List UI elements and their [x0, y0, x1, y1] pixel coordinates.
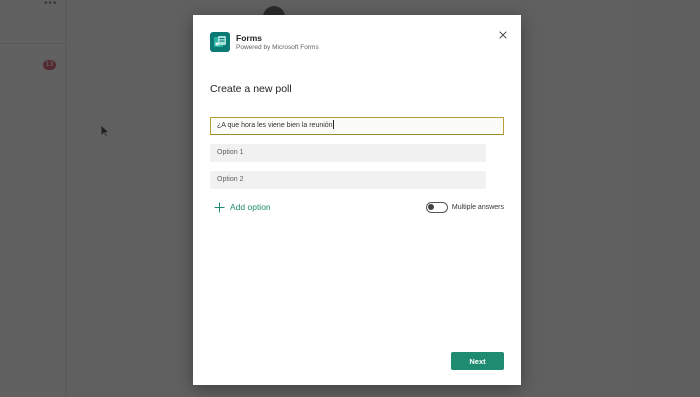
- dialog-title: Create a new poll: [210, 83, 292, 95]
- next-button[interactable]: Next: [451, 352, 504, 370]
- question-text: ¿A que hora les viene bien la reunión: [217, 122, 333, 129]
- multiple-answers-label: Multiple answers: [451, 203, 504, 211]
- forms-logo-icon: [210, 32, 230, 52]
- plus-icon: [214, 202, 225, 212]
- close-button[interactable]: [497, 29, 509, 41]
- toggle-knob: [428, 204, 435, 210]
- multiple-answers-setting: Multiple answers: [425, 200, 504, 214]
- add-option-label: Add option: [230, 202, 271, 212]
- question-input[interactable]: ¿A que hora les viene bien la reunión: [210, 117, 504, 135]
- create-poll-dialog: Forms Powered by Microsoft Forms Create …: [193, 15, 521, 385]
- option-2-field[interactable]: Option 2: [210, 171, 486, 189]
- app-subtitle: Powered by Microsoft Forms: [236, 44, 319, 51]
- app-name: Forms: [236, 33, 262, 43]
- option-1-field[interactable]: Option 1: [210, 144, 486, 162]
- text-caret: [333, 120, 335, 129]
- add-option-button[interactable]: Add option: [214, 200, 271, 214]
- multiple-answers-toggle[interactable]: [425, 201, 448, 213]
- close-icon: [499, 31, 507, 39]
